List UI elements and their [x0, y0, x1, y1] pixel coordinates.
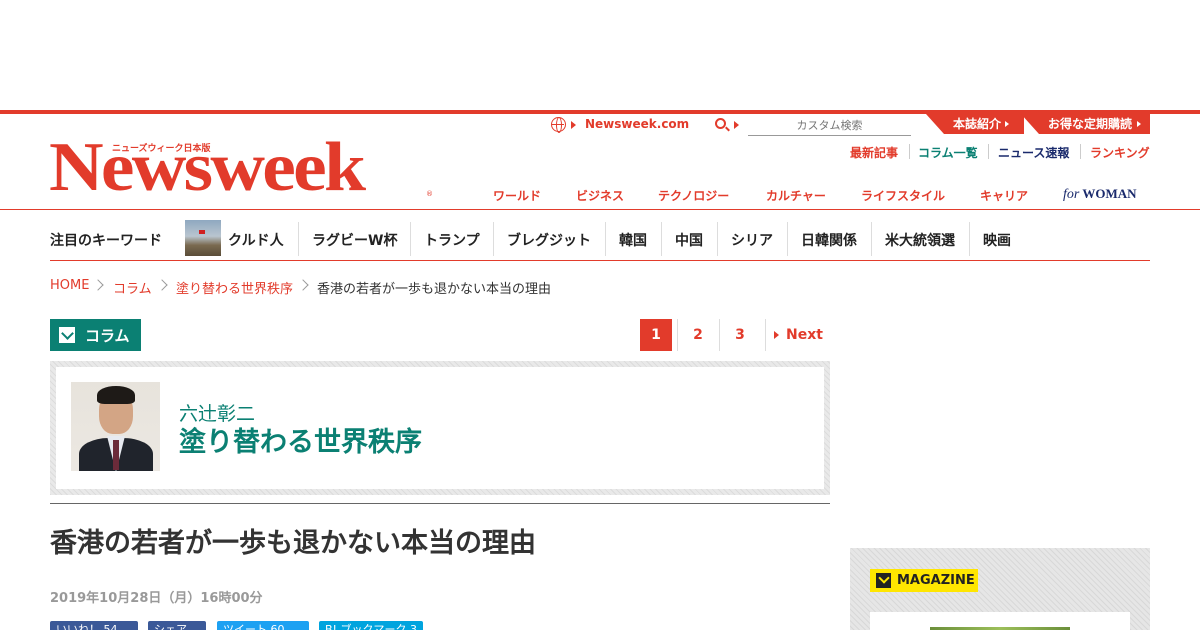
keyword-item[interactable]: 米大統領選: [885, 230, 955, 250]
chevron-right-icon: [92, 279, 104, 291]
nav-culture[interactable]: カルチャー: [766, 187, 826, 204]
facebook-share-button[interactable]: シェア: [148, 621, 206, 630]
keyword-item[interactable]: シリア: [731, 230, 773, 250]
sub-nav-news-flash[interactable]: ニュース速報: [998, 144, 1069, 161]
caret-right-icon: [571, 121, 576, 129]
subscription-label: お得な定期購読: [1048, 117, 1133, 131]
chevron-right-icon: [297, 279, 309, 291]
author-photo-hair: [97, 386, 135, 404]
sub-nav-ranking[interactable]: ランキング: [1090, 144, 1150, 161]
divider: [605, 222, 606, 256]
divider: [677, 319, 678, 351]
author-box-inner: [56, 367, 824, 489]
tweet-button[interactable]: ツイート 60: [217, 621, 309, 630]
magazine-label: MAGAZINE: [870, 569, 978, 592]
keyword-item[interactable]: 韓国: [619, 230, 647, 250]
keyword-item[interactable]: 映画: [983, 230, 1011, 250]
caret-right-icon: [1137, 121, 1141, 127]
breadcrumb-current: 香港の若者が一歩も退かない本当の理由: [317, 282, 552, 297]
divider: [1080, 144, 1081, 159]
divider: [909, 144, 910, 159]
breadcrumb-column[interactable]: コラム: [113, 278, 152, 297]
sub-nav-latest[interactable]: 最新記事: [850, 144, 898, 161]
newsweek-com-link[interactable]: Newsweek.com: [585, 117, 689, 131]
divider: [410, 222, 411, 256]
column-tag[interactable]: コラム: [50, 319, 141, 351]
custom-search-input[interactable]: [748, 115, 911, 136]
breadcrumb-home[interactable]: HOME: [50, 278, 89, 293]
divider: [661, 222, 662, 256]
divider: [298, 222, 299, 256]
article-divider: [50, 503, 830, 504]
author-photo[interactable]: [71, 382, 160, 471]
for-woman-prefix: for: [1063, 187, 1080, 202]
caret-right-icon: [774, 331, 779, 339]
divider: [871, 222, 872, 256]
about-magazine-label: 本誌紹介: [953, 117, 1002, 131]
keyword-heading: 注目のキーワード: [50, 233, 162, 249]
divider: [493, 222, 494, 256]
keyword-item[interactable]: 日韓関係: [801, 230, 857, 250]
divider: [717, 222, 718, 256]
search-icon[interactable]: [715, 118, 726, 129]
nav-technology[interactable]: テクノロジー: [658, 187, 729, 204]
nav-lifestyle[interactable]: ライフスタイル: [861, 187, 945, 204]
header-divider: [0, 209, 1200, 210]
keyword-divider: [50, 260, 1150, 261]
subscription-tab[interactable]: お得な定期購読: [1021, 114, 1150, 134]
caret-right-icon: [734, 121, 739, 129]
divider: [969, 222, 970, 256]
article-date: 2019年10月28日（月）16時00分: [50, 591, 263, 606]
sub-nav-columns[interactable]: コラム一覧: [918, 144, 978, 161]
author-box: [50, 361, 830, 495]
keyword-thumbnail[interactable]: [185, 220, 221, 256]
registered-mark: ®: [426, 190, 433, 198]
next-page-button[interactable]: Next: [786, 319, 826, 351]
divider: [719, 319, 720, 351]
globe-icon: [551, 117, 566, 133]
page-2-button[interactable]: 2: [682, 319, 714, 351]
keyword-item[interactable]: ブレグジット: [507, 230, 591, 250]
newsweek-logo[interactable]: Newsweek: [49, 133, 366, 203]
about-magazine-tab[interactable]: 本誌紹介: [926, 114, 1024, 134]
for-woman-link[interactable]: for WOMAN: [1063, 186, 1137, 203]
facebook-like-button[interactable]: いいね！ 54: [50, 621, 138, 630]
magazine-label-text: MAGAZINE: [897, 573, 975, 588]
keyword-item[interactable]: トランプ: [424, 230, 480, 250]
check-icon: [59, 327, 75, 343]
keyword-item[interactable]: ラグビーW杯: [312, 230, 397, 250]
hatena-bookmark-button[interactable]: B! ブックマーク 3: [319, 621, 423, 630]
keyword-item[interactable]: クルド人: [228, 230, 284, 250]
divider: [988, 144, 989, 159]
page-3-button[interactable]: 3: [724, 319, 756, 351]
divider: [787, 222, 788, 256]
author-photo-tie: [113, 440, 119, 470]
article-title: 香港の若者が一歩も退かない本当の理由: [50, 528, 536, 559]
divider: [765, 319, 766, 351]
column-title[interactable]: 塗り替わる世界秩序: [179, 420, 422, 459]
caret-right-icon: [1005, 121, 1009, 127]
check-icon: [876, 573, 891, 588]
column-tag-label: コラム: [85, 327, 130, 345]
nav-career[interactable]: キャリア: [980, 187, 1028, 204]
top-red-bar: [0, 110, 1200, 114]
breadcrumb-series[interactable]: 塗り替わる世界秩序: [176, 278, 293, 297]
page-1-button[interactable]: 1: [640, 319, 672, 351]
keyword-item[interactable]: 中国: [675, 230, 703, 250]
magazine-card[interactable]: [870, 612, 1130, 630]
nav-world[interactable]: ワールド: [493, 187, 541, 204]
chevron-right-icon: [156, 279, 168, 291]
nav-business[interactable]: ビジネス: [576, 187, 624, 204]
for-woman-label: WOMAN: [1082, 186, 1137, 201]
